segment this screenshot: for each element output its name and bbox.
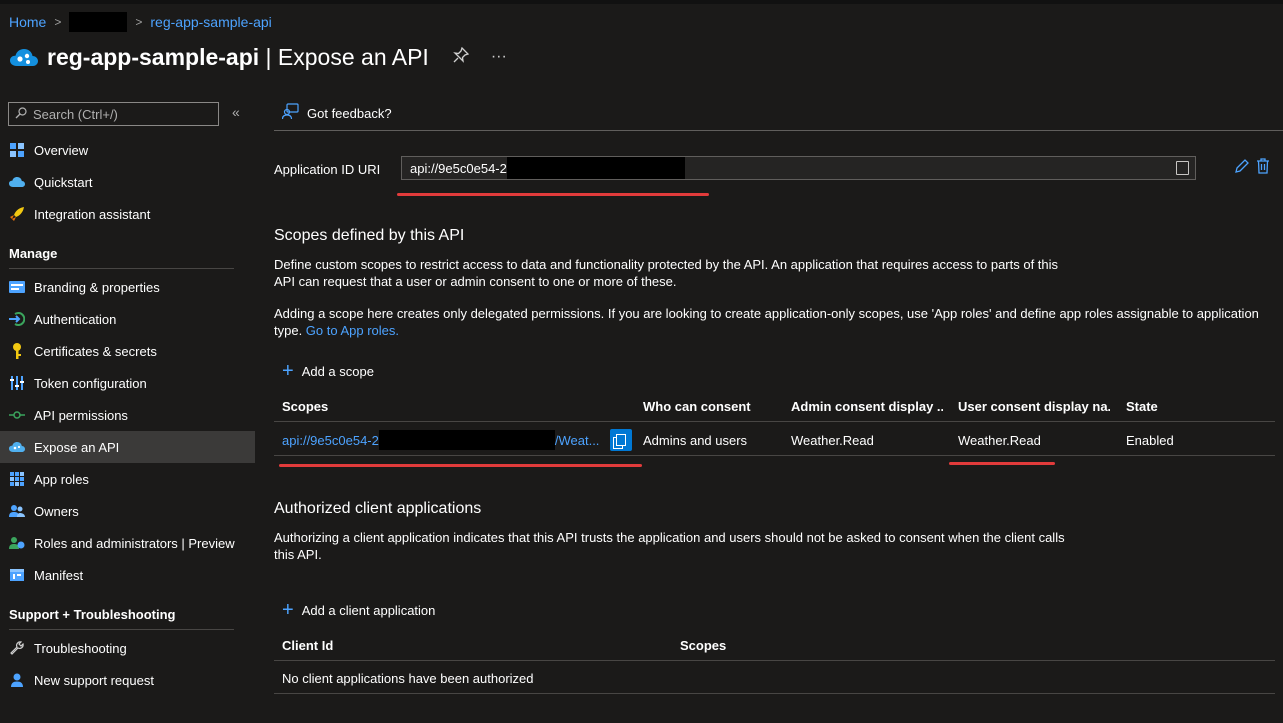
- owners-icon: [9, 503, 25, 519]
- search-icon: [15, 106, 27, 122]
- application-id-uri-label: Application ID URI: [274, 162, 381, 177]
- column-scopes[interactable]: Scopes: [282, 390, 328, 422]
- column-state[interactable]: State: [1126, 390, 1158, 422]
- add-a-scope-button[interactable]: + Add a scope: [282, 360, 374, 383]
- sidebar-item-manifest[interactable]: Manifest: [0, 559, 255, 591]
- sidebar-item-api-permissions[interactable]: API permissions: [0, 399, 255, 431]
- sidebar-item-expose-an-api[interactable]: Expose an API: [0, 431, 255, 463]
- authentication-icon: [9, 311, 25, 327]
- key-icon: [9, 343, 25, 359]
- app-roles-icon: [9, 471, 25, 487]
- breadcrumb: Home > > reg-app-sample-api: [9, 12, 272, 32]
- column-client-id[interactable]: Client Id: [282, 629, 333, 661]
- token-icon: [9, 375, 25, 391]
- sidebar-item-new-support-request[interactable]: New support request: [0, 664, 255, 696]
- page-title: reg-app-sample-api | Expose an API: [47, 43, 429, 70]
- table-row[interactable]: api://9e5c0e54-2 /Weat... Admins and use…: [274, 424, 1275, 456]
- sidebar-item-roles-administrators[interactable]: Roles and administrators | Preview: [0, 527, 255, 559]
- scopes-note: Adding a scope here creates only delegat…: [274, 306, 1259, 338]
- sidebar-item-branding[interactable]: Branding & properties: [0, 271, 255, 303]
- annotation-underline: [397, 193, 709, 196]
- sidebar-item-integration-assistant[interactable]: Integration assistant: [0, 198, 255, 230]
- search-placeholder: Search (Ctrl+/): [33, 106, 118, 122]
- go-to-app-roles-link[interactable]: Go to App roles.: [306, 323, 399, 338]
- empty-clients-message: No client applications have been authori…: [282, 670, 534, 686]
- api-permissions-icon: [9, 407, 25, 423]
- who-can-consent-cell: Admins and users: [643, 432, 748, 448]
- copy-scope-button[interactable]: [610, 429, 632, 451]
- breadcrumb-home-link[interactable]: Home: [9, 14, 46, 30]
- annotation-underline: [949, 462, 1055, 465]
- scopes-heading: Scopes defined by this API: [274, 227, 465, 244]
- collapse-sidebar-icon[interactable]: «: [232, 104, 240, 120]
- annotation-underline: [279, 464, 642, 467]
- cloud-icon: [9, 439, 25, 455]
- user-consent-display-cell: Weather.Read: [958, 432, 1041, 448]
- column-scopes[interactable]: Scopes: [680, 629, 726, 661]
- branding-icon: [9, 279, 25, 295]
- table-row: No client applications have been authori…: [274, 662, 1275, 694]
- sidebar-item-owners[interactable]: Owners: [0, 495, 255, 527]
- sidebar-item-troubleshooting[interactable]: Troubleshooting: [0, 632, 255, 664]
- state-cell: Enabled: [1126, 432, 1174, 448]
- authorized-clients-heading: Authorized client applications: [274, 500, 482, 517]
- admin-consent-display-cell: Weather.Read: [791, 432, 874, 448]
- plus-icon: +: [282, 599, 294, 621]
- overview-icon: [9, 142, 25, 158]
- sidebar-item-app-roles[interactable]: App roles: [0, 463, 255, 495]
- authorized-clients-description: Authorizing a client application indicat…: [274, 530, 1065, 562]
- redacted-scope: [378, 430, 555, 450]
- pin-icon[interactable]: [452, 46, 470, 68]
- scope-link[interactable]: api://9e5c0e54-2 /Weat...: [282, 424, 599, 456]
- sidebar-item-certificates[interactable]: Certificates & secrets: [0, 335, 255, 367]
- clients-table-header: Client Id Scopes: [274, 629, 1275, 661]
- column-admin-consent-display[interactable]: Admin consent display ...: [791, 390, 943, 422]
- sidebar-item-quickstart[interactable]: Quickstart: [0, 166, 255, 198]
- more-icon[interactable]: ···: [491, 48, 507, 66]
- app-registration-cloud-icon: [9, 44, 39, 70]
- feedback-icon: [281, 102, 299, 124]
- sidebar-item-token-configuration[interactable]: Token configuration: [0, 367, 255, 399]
- copy-icon[interactable]: [1176, 161, 1189, 175]
- quickstart-icon: [9, 174, 25, 190]
- add-client-application-button[interactable]: + Add a client application: [282, 599, 435, 622]
- rocket-icon: [9, 206, 25, 222]
- scopes-description: Define custom scopes to restrict access …: [274, 257, 1059, 289]
- search-input[interactable]: Search (Ctrl+/): [8, 102, 219, 126]
- manifest-icon: [9, 567, 25, 583]
- sidebar-item-overview[interactable]: Overview: [0, 134, 255, 166]
- support-heading: Support + Troubleshooting: [9, 607, 234, 630]
- sidebar-item-authentication[interactable]: Authentication: [0, 303, 255, 335]
- breadcrumb-separator: >: [54, 15, 62, 29]
- manage-heading: Manage: [9, 246, 234, 269]
- delete-icon[interactable]: [1256, 158, 1270, 178]
- page-header: reg-app-sample-api | Expose an API ···: [9, 40, 507, 74]
- application-id-uri-value: api://9e5c0e54-2: [410, 160, 507, 176]
- roles-icon: [9, 535, 25, 551]
- edit-icon[interactable]: [1234, 158, 1250, 178]
- application-id-uri-field[interactable]: api://9e5c0e54-2: [401, 156, 1196, 180]
- support-person-icon: [9, 672, 25, 688]
- wrench-icon: [9, 640, 25, 656]
- plus-icon: +: [282, 360, 294, 382]
- got-feedback-button[interactable]: Got feedback?: [307, 106, 392, 121]
- breadcrumb-separator: >: [135, 15, 143, 29]
- scopes-table-header: Scopes Who can consent Admin consent dis…: [274, 390, 1275, 422]
- command-bar: Got feedback?: [274, 96, 1283, 131]
- top-border: [0, 0, 1283, 4]
- breadcrumb-current-link[interactable]: reg-app-sample-api: [150, 14, 271, 30]
- redacted-uri: [506, 157, 685, 179]
- redacted-breadcrumb: [69, 12, 128, 32]
- column-who-can-consent[interactable]: Who can consent: [643, 390, 751, 422]
- column-user-consent-display[interactable]: User consent display na...: [958, 390, 1110, 422]
